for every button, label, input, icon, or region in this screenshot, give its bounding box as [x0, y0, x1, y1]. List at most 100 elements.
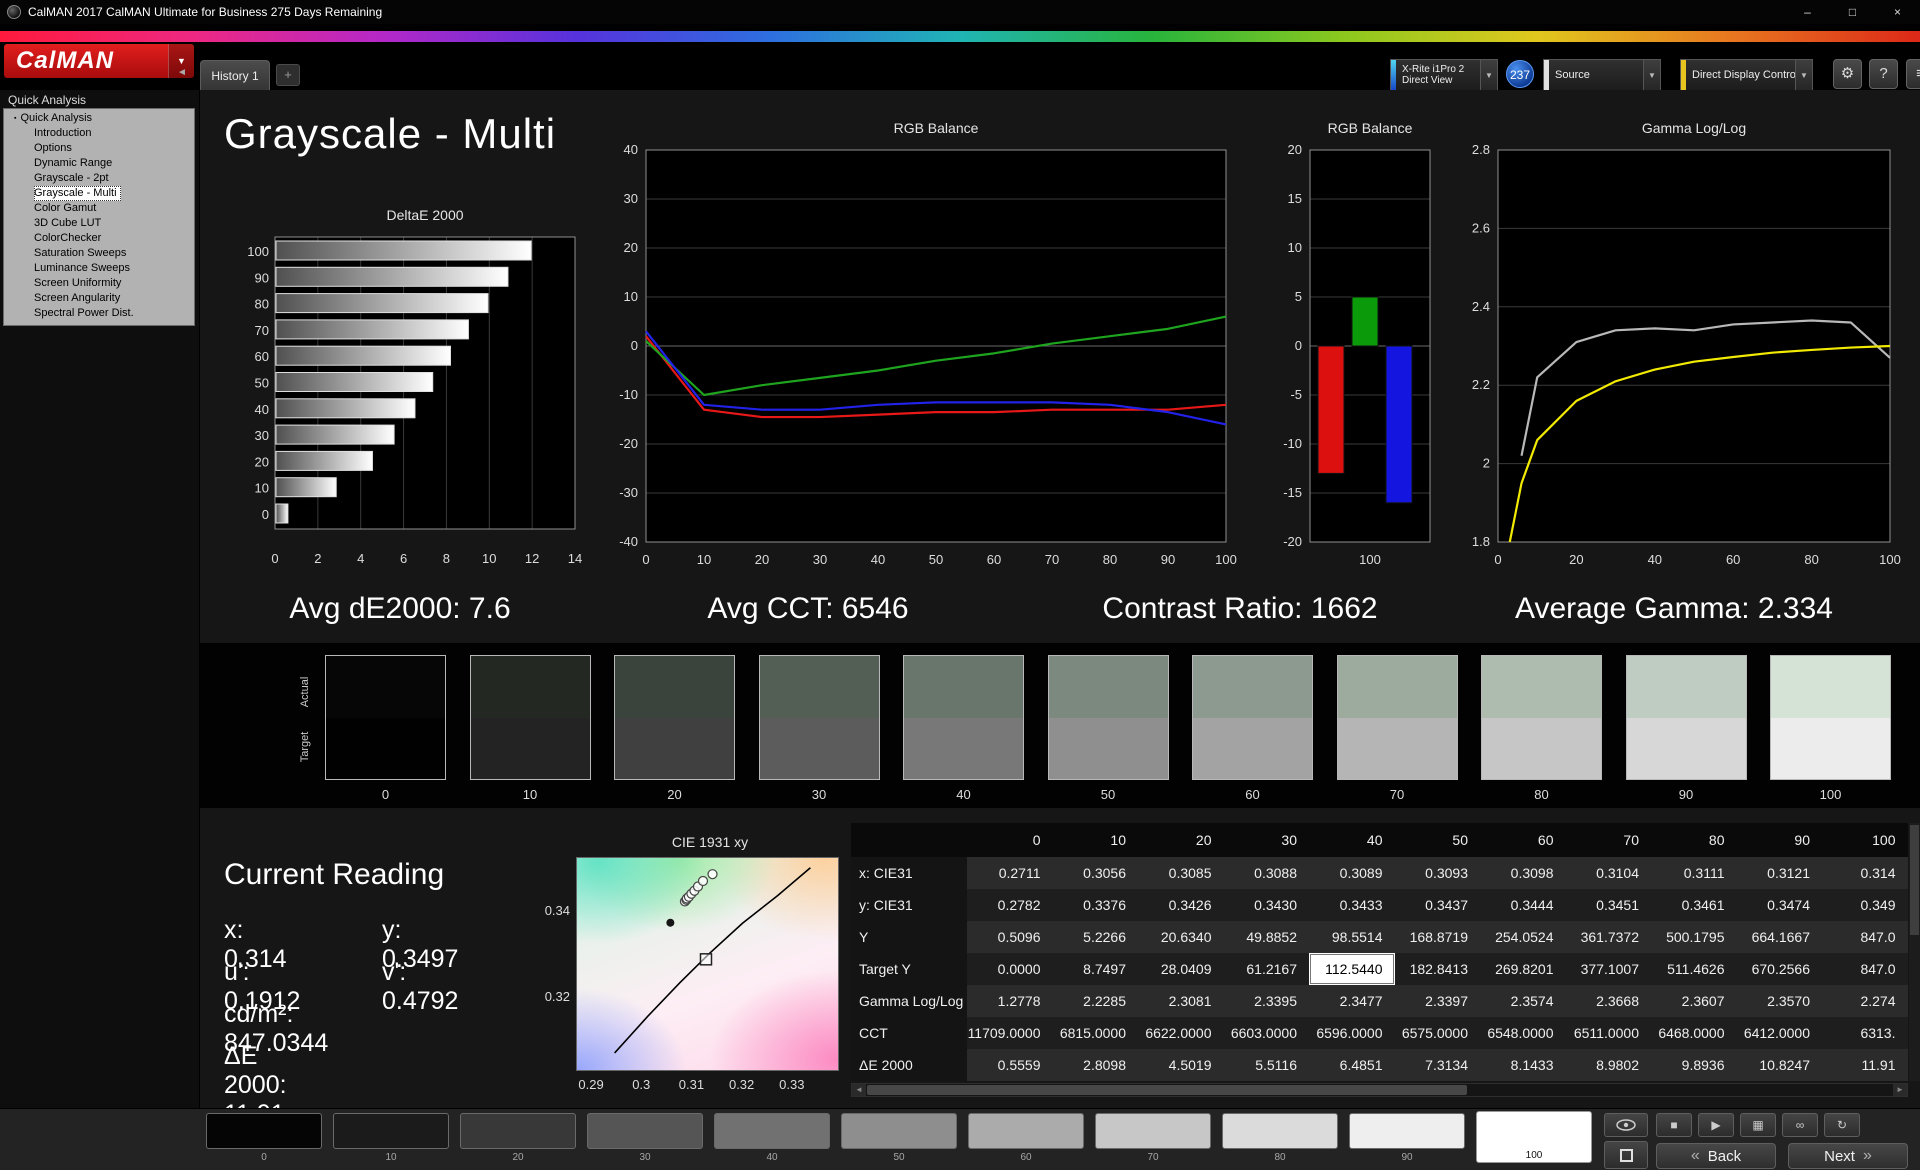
refresh-button[interactable]: ↻: [1824, 1113, 1860, 1137]
settings-gear-button[interactable]: ⚙: [1833, 59, 1862, 89]
table-cell[interactable]: 0.3433: [1309, 889, 1395, 921]
table-horizontal-scrollbar[interactable]: ◄ ►: [851, 1083, 1908, 1097]
source-dropdown-arrow-icon[interactable]: ▼: [1643, 60, 1660, 90]
table-cell[interactable]: 0.3089: [1309, 857, 1395, 889]
table-cell[interactable]: 6313.: [1822, 1017, 1908, 1049]
sidebar-item-spectral-power-dist[interactable]: Spectral Power Dist.: [4, 306, 194, 321]
table-cell[interactable]: 8.1433: [1480, 1049, 1566, 1081]
table-cell[interactable]: 6.4851: [1309, 1049, 1395, 1081]
table-cell[interactable]: 0.3376: [1052, 889, 1138, 921]
table-cell[interactable]: 664.1667: [1736, 921, 1822, 953]
table-cell[interactable]: 10.8247: [1736, 1049, 1822, 1081]
table-cell[interactable]: 254.0524: [1480, 921, 1566, 953]
table-cell[interactable]: 269.8201: [1480, 953, 1566, 985]
close-button[interactable]: ×: [1875, 0, 1920, 24]
table-cell[interactable]: 0.2711: [967, 857, 1053, 889]
sidebar-item-luminance-sweeps[interactable]: Luminance Sweeps: [4, 261, 194, 276]
table-cell[interactable]: 5.5116: [1223, 1049, 1309, 1081]
maximize-button[interactable]: □: [1830, 0, 1875, 24]
table-cell[interactable]: 6815.0000: [1052, 1017, 1138, 1049]
table-cell[interactable]: 1.2778: [967, 985, 1053, 1017]
patch-button-10[interactable]: [333, 1113, 449, 1149]
table-cell[interactable]: 670.2566: [1736, 953, 1822, 985]
table-cell[interactable]: 11.91: [1822, 1049, 1908, 1081]
table-cell[interactable]: 2.3607: [1651, 985, 1737, 1017]
table-cell[interactable]: 8.7497: [1052, 953, 1138, 985]
table-cell[interactable]: 0.3444: [1480, 889, 1566, 921]
sidebar-item-grayscale-2pt[interactable]: Grayscale - 2pt: [4, 171, 194, 186]
table-cell[interactable]: 847.0: [1822, 921, 1908, 953]
collapse-sidebar-button[interactable]: ◄: [172, 64, 192, 82]
patch-button-70[interactable]: [1095, 1113, 1211, 1149]
tab-history-1[interactable]: History 1: [200, 60, 270, 90]
table-vertical-scrollbar[interactable]: [1909, 823, 1920, 1081]
sidebar-item-quick-analysis[interactable]: ▪ Quick Analysis: [4, 111, 194, 126]
table-cell[interactable]: 2.3397: [1394, 985, 1480, 1017]
sidebar-item-colorchecker[interactable]: ColorChecker: [4, 231, 194, 246]
patch-button-90[interactable]: [1349, 1113, 1465, 1149]
sidebar-item-color-gamut[interactable]: Color Gamut: [4, 201, 194, 216]
table-cell[interactable]: 6511.0000: [1565, 1017, 1651, 1049]
table-cell[interactable]: 0.349: [1822, 889, 1908, 921]
stop-button[interactable]: ■: [1656, 1113, 1692, 1137]
table-cell[interactable]: 0.3111: [1651, 857, 1737, 889]
table-cell[interactable]: 0.3430: [1223, 889, 1309, 921]
table-cell[interactable]: 2.3477: [1309, 985, 1395, 1017]
pattern-window-button[interactable]: [1604, 1141, 1648, 1169]
table-cell[interactable]: 2.3395: [1223, 985, 1309, 1017]
scroll-right-arrow-icon[interactable]: ►: [1893, 1084, 1907, 1096]
table-cell[interactable]: 2.3570: [1736, 985, 1822, 1017]
sidebar-item-screen-uniformity[interactable]: Screen Uniformity: [4, 276, 194, 291]
table-cell[interactable]: 5.2266: [1052, 921, 1138, 953]
patch-button-60[interactable]: [968, 1113, 1084, 1149]
patch-button-40[interactable]: [714, 1113, 830, 1149]
patch-button-80[interactable]: [1222, 1113, 1338, 1149]
display-control-dropdown-arrow-icon[interactable]: ▼: [1795, 60, 1812, 90]
table-cell[interactable]: 377.1007: [1565, 953, 1651, 985]
table-cell[interactable]: 0.3098: [1480, 857, 1566, 889]
table-cell[interactable]: 0.5096: [967, 921, 1053, 953]
table-cell[interactable]: 168.8719: [1394, 921, 1480, 953]
table-cell[interactable]: 361.7372: [1565, 921, 1651, 953]
table-cell[interactable]: 0.3426: [1138, 889, 1224, 921]
table-cell[interactable]: 6468.0000: [1651, 1017, 1737, 1049]
table-cell[interactable]: 2.8098: [1052, 1049, 1138, 1081]
table-cell[interactable]: 0.3088: [1223, 857, 1309, 889]
table-cell[interactable]: 2.3668: [1565, 985, 1651, 1017]
sidebar-item-dynamic-range[interactable]: Dynamic Range: [4, 156, 194, 171]
meter-dropdown-arrow-icon[interactable]: ▼: [1480, 60, 1497, 90]
next-button[interactable]: Next »: [1788, 1143, 1908, 1169]
table-cell[interactable]: 0.3093: [1394, 857, 1480, 889]
table-cell[interactable]: 0.3104: [1565, 857, 1651, 889]
table-cell[interactable]: 0.3451: [1565, 889, 1651, 921]
table-cell[interactable]: 6596.0000: [1309, 1017, 1395, 1049]
table-cell[interactable]: 0.314: [1822, 857, 1908, 889]
patch-button-0[interactable]: [206, 1113, 322, 1149]
table-cell[interactable]: 9.8936: [1651, 1049, 1737, 1081]
source-dropdown[interactable]: Source ▼: [1543, 59, 1661, 91]
table-cell[interactable]: 2.2285: [1052, 985, 1138, 1017]
display-control-dropdown[interactable]: Direct Display Control ▼: [1680, 59, 1813, 91]
back-button[interactable]: « Back: [1656, 1143, 1776, 1169]
table-cell[interactable]: 61.2167: [1223, 953, 1309, 985]
sidebar-item-options[interactable]: Options: [4, 141, 194, 156]
table-cell[interactable]: 98.5514: [1309, 921, 1395, 953]
table-cell[interactable]: 0.5559: [967, 1049, 1053, 1081]
add-tab-button[interactable]: +: [276, 64, 300, 86]
minimize-button[interactable]: –: [1785, 0, 1830, 24]
table-cell[interactable]: 6622.0000: [1138, 1017, 1224, 1049]
help-button[interactable]: ?: [1869, 59, 1898, 89]
table-cell[interactable]: 0.2782: [967, 889, 1053, 921]
table-cell[interactable]: 28.0409: [1138, 953, 1224, 985]
table-cell[interactable]: 6548.0000: [1480, 1017, 1566, 1049]
table-cell[interactable]: 6603.0000: [1223, 1017, 1309, 1049]
patch-button-100[interactable]: 100: [1476, 1111, 1592, 1163]
table-cell[interactable]: 0.3437: [1394, 889, 1480, 921]
table-cell[interactable]: 847.0: [1822, 953, 1908, 985]
table-cell[interactable]: 2.3574: [1480, 985, 1566, 1017]
sidebar-item-introduction[interactable]: Introduction: [4, 126, 194, 141]
patch-button-30[interactable]: [587, 1113, 703, 1149]
patch-button-20[interactable]: [460, 1113, 576, 1149]
table-cell[interactable]: 500.1795: [1651, 921, 1737, 953]
table-cell[interactable]: 8.9802: [1565, 1049, 1651, 1081]
